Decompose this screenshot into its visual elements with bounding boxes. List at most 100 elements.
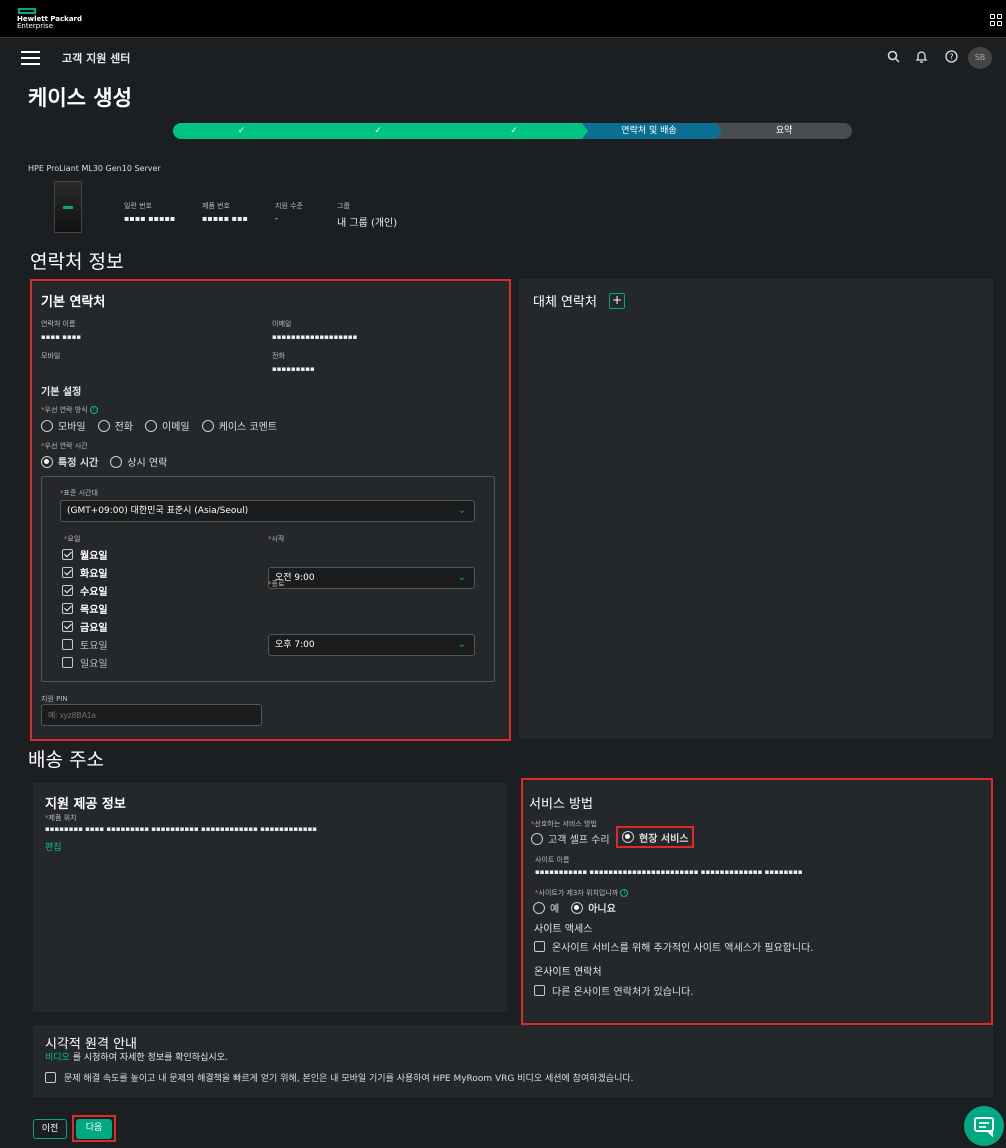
vrg-consent-checkbox[interactable]: 문제 해결 속도를 높이고 내 문제의 해결책을 빠르게 얻기 위해, 본인은 …: [45, 1071, 634, 1084]
avatar[interactable]: SB: [968, 47, 992, 69]
pref-method-case-comment[interactable]: 케이스 코멘트: [201, 418, 277, 433]
product-location-label: *제품 위치: [45, 814, 77, 822]
third-party-group: 예 아니요: [533, 900, 628, 915]
timezone-label: *표준 시간대: [60, 489, 98, 497]
apps-grid-icon[interactable]: [990, 14, 1002, 26]
primary-contact-title: 기본 연락처: [41, 295, 106, 310]
prev-button[interactable]: 이전: [33, 1119, 67, 1139]
contact-name-value: ▪▪▪▪ ▪▪▪▪: [41, 333, 82, 341]
product-number-field: 제품 번호 ▪▪▪▪▪ ▪▪▪: [202, 202, 248, 223]
svg-text:?: ?: [949, 53, 953, 62]
alternate-contact-card: 대체 연락처 +: [519, 279, 993, 738]
pref-method-phone[interactable]: 전화: [97, 418, 133, 433]
pref-time-specific[interactable]: 특정 시간: [41, 454, 98, 469]
hpe-logo-icon[interactable]: [18, 8, 36, 14]
preferences-title: 기본 설정: [41, 387, 82, 398]
third-party-label: *사이트가 제3자 위치입니까 i: [535, 888, 629, 898]
shipping-section-heading: 배송 주소: [28, 749, 104, 771]
contact-section-heading: 연락처 정보: [30, 251, 124, 273]
edit-link[interactable]: 편집: [45, 840, 62, 853]
day-mon[interactable]: 월요일: [62, 545, 108, 563]
service-method-group: 고객 셀프 수리: [531, 831, 622, 846]
brand-line2: Enterprise: [17, 22, 54, 30]
step-5[interactable]: 요약: [716, 123, 852, 139]
email-value: ▪▪▪▪▪▪▪▪▪▪▪▪▪▪▪▪▪▪: [272, 333, 358, 341]
service-self-repair[interactable]: 고객 셀프 수리: [531, 831, 610, 846]
product-location-value: ▪▪▪▪▪▪▪▪ ▪▪▪▪ ▪▪▪▪▪▪▪▪▪ ▪▪▪▪▪▪▪▪▪▪ ▪▪▪▪▪…: [45, 825, 318, 833]
primary-contact-card: 기본 연락처 연락처 이름 ▪▪▪▪ ▪▪▪▪ 이메일 ▪▪▪▪▪▪▪▪▪▪▪▪…: [30, 279, 511, 741]
pref-method-mobile[interactable]: 모바일: [41, 418, 86, 433]
help-icon[interactable]: ?: [944, 50, 958, 64]
day-tue[interactable]: 화요일: [62, 563, 108, 581]
days-list: 월요일 화요일 수요일 목요일 금요일 토요일 일요일: [62, 545, 108, 671]
third-party-no[interactable]: 아니요: [571, 900, 616, 915]
day-thu[interactable]: 목요일: [62, 599, 108, 617]
chevron-down-icon: ⌄: [457, 639, 466, 650]
chevron-down-icon: ⌄: [457, 572, 466, 583]
video-link[interactable]: 비디오: [45, 1053, 70, 1063]
third-party-yes[interactable]: 예: [533, 900, 559, 915]
schedule-box: *표준 시간대 (GMT+09:00) 대한민국 표준시 (Asia/Seoul…: [41, 476, 495, 682]
email-label: 이메일: [272, 320, 292, 328]
pref-method-group: 모바일 전화 이메일 케이스 코멘트: [41, 418, 289, 433]
step-4[interactable]: 연락처 및 배송: [582, 123, 722, 139]
info-icon[interactable]: i: [620, 889, 629, 897]
pref-method-email[interactable]: 이메일: [145, 418, 190, 433]
brand-name: Hewlett Packard Enterprise: [17, 16, 82, 30]
search-icon[interactable]: [886, 50, 900, 64]
start-time-select[interactable]: 오전 9:00 ⌄: [268, 567, 475, 589]
site-name-value: ▪▪▪▪▪▪▪▪▪▪▪ ▪▪▪▪▪▪▪▪▪▪▪▪▪▪▪▪▪▪▪▪▪▪▪ ▪▪▪▪…: [535, 868, 803, 876]
contact-name-label: 연락처 이름: [41, 320, 76, 328]
end-time-select[interactable]: 오후 7:00 ⌄: [268, 634, 475, 656]
site-name-label: 사이트 이름: [535, 856, 570, 864]
top-bar: [0, 0, 1006, 38]
progress-stepper: ✓ ✓ ✓ 연락처 및 배송 요약: [173, 123, 852, 139]
site-access-checkbox[interactable]: 온사이트 서비스를 위해 추가적인 사이트 액세스가 필요합니다.: [534, 939, 813, 954]
onsite-contact-checkbox[interactable]: 다른 온사이트 연락처가 있습니다.: [534, 983, 694, 998]
end-label: *종료: [268, 580, 285, 588]
page-title: 케이스 생성: [28, 86, 132, 110]
pin-label: 지원 PIN: [41, 695, 68, 703]
pref-method-label: *우선 연락 방식 i: [41, 405, 98, 415]
support-info-title: 지원 제공 정보: [45, 797, 126, 812]
server-image: [54, 181, 82, 233]
phone-value: ▪▪▪▪▪▪▪▪▪: [272, 365, 315, 373]
chat-button[interactable]: [964, 1106, 1004, 1146]
bell-icon[interactable]: [914, 50, 928, 64]
chat-icon: [974, 1117, 994, 1138]
info-icon[interactable]: i: [89, 406, 98, 414]
visual-remote-card: 시각적 원격 안내 비디오 를 시청하여 자세한 정보를 확인하십시오. 문제 …: [33, 1025, 993, 1097]
day-wed[interactable]: 수요일: [62, 581, 108, 599]
preferred-service-label: *선호하는 서비스 방법: [531, 820, 597, 828]
mobile-label: 모바일: [41, 352, 61, 360]
chevron-down-icon: ⌄: [457, 505, 466, 516]
day-sat[interactable]: 토요일: [62, 635, 108, 653]
days-label: *요일: [64, 535, 81, 543]
service-onsite[interactable]: 현장 서비스: [616, 826, 695, 848]
service-method-card: 서비스 방법 *선호하는 서비스 방법 고객 셀프 수리 현장 서비스 사이트 …: [521, 778, 993, 1025]
product-name: HPE ProLiant ML30 Gen10 Server: [28, 164, 161, 173]
pref-time-anytime[interactable]: 상시 연락: [110, 454, 167, 469]
alternate-contact-title: 대체 연락처: [533, 295, 597, 310]
pin-input[interactable]: [41, 704, 262, 726]
app-title[interactable]: 고객 지원 센터: [62, 50, 130, 66]
menu-icon[interactable]: [21, 51, 40, 65]
group-field: 그룹 내 그룹 (개인): [337, 202, 398, 229]
serial-field: 일련 번호 ▪▪▪▪ ▪▪▪▪▪: [124, 202, 176, 223]
day-fri[interactable]: 금요일: [62, 617, 108, 635]
day-sun[interactable]: 일요일: [62, 653, 108, 671]
add-alternate-contact-button[interactable]: +: [609, 293, 625, 309]
pref-time-group: 특정 시간 상시 연락: [41, 454, 179, 469]
step-1[interactable]: ✓: [173, 123, 316, 139]
support-info-card: 지원 제공 정보 *제품 위치 ▪▪▪▪▪▪▪▪ ▪▪▪▪ ▪▪▪▪▪▪▪▪▪ …: [33, 783, 507, 1012]
step-3[interactable]: ✓: [446, 123, 588, 139]
video-line: 비디오 를 시청하여 자세한 정보를 확인하십시오.: [45, 1053, 228, 1063]
pref-time-label: *우선 연락 시간: [41, 442, 88, 450]
start-label: *시작: [268, 535, 285, 543]
onsite-contact-title: 온사이트 연락처: [534, 967, 602, 978]
step-2[interactable]: ✓: [310, 123, 452, 139]
support-level-field: 지원 수준 -: [275, 202, 303, 223]
timezone-select[interactable]: (GMT+09:00) 대한민국 표준시 (Asia/Seoul) ⌄: [60, 500, 475, 522]
site-access-title: 사이트 액세스: [534, 924, 593, 935]
next-button[interactable]: 다음: [76, 1119, 112, 1139]
